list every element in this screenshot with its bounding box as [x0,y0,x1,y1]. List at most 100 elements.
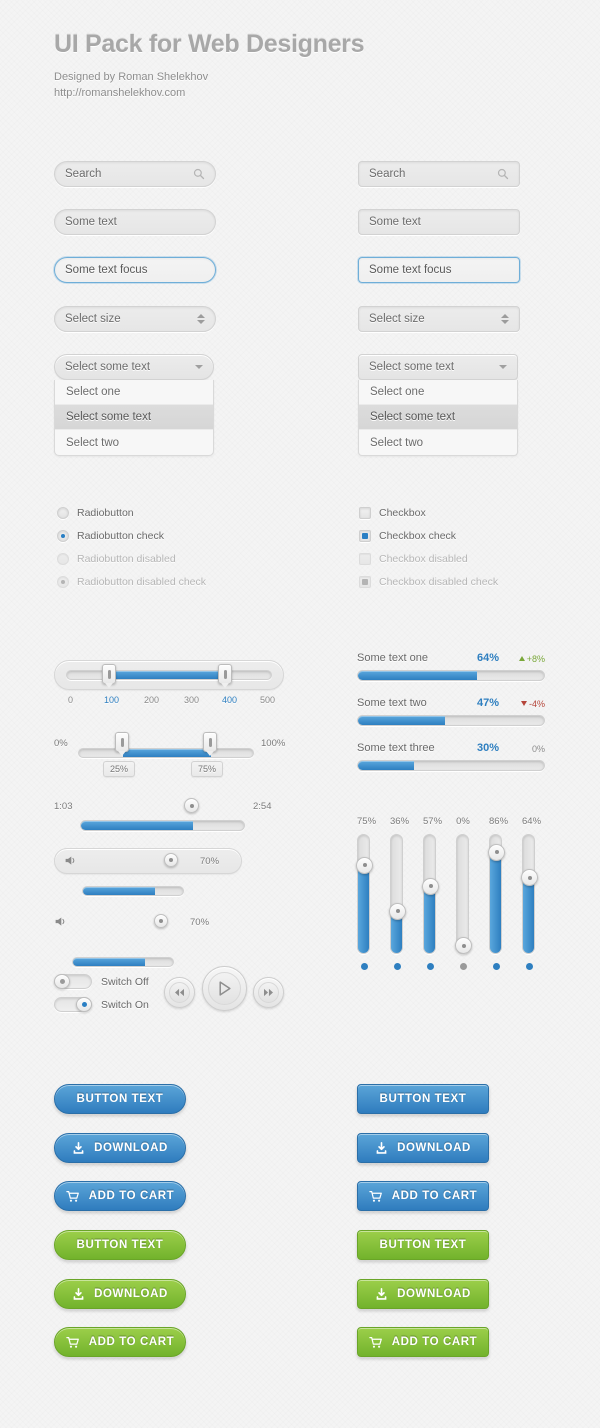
vertical-slider[interactable]: 86% [488,816,508,970]
percent-slider-min-label: 0% [54,738,68,749]
vertical-slider[interactable]: 75% [356,816,377,970]
vertical-slider-track[interactable] [389,834,406,954]
radio-option[interactable]: Radiobutton [57,507,134,519]
download-button-green-pill[interactable]: DOWNLOAD [54,1279,186,1309]
dropdown-item-selected[interactable]: Select some text [55,405,213,430]
percent-slider-handle-low[interactable] [115,732,129,756]
time-elapsed-label: 1:03 [54,801,73,812]
button-text-blue-pill[interactable]: BUTTON TEXT [54,1084,186,1114]
button-label: ADD TO CART [88,1336,175,1348]
volume-slider-handle[interactable] [164,853,178,867]
dropdown-item[interactable]: Select two [55,430,213,455]
add-to-cart-button-green-pill[interactable]: ADD TO CART [54,1327,186,1357]
vertical-slider[interactable]: 64% [521,816,541,970]
download-button-blue-rect[interactable]: DOWNLOAD [357,1133,489,1163]
checkbox-option-disabled-checked: Checkbox disabled check [359,576,498,588]
checkbox-option[interactable]: Checkbox [359,507,426,519]
search-input-pill[interactable]: Search [54,161,216,187]
switch-track[interactable] [54,974,92,989]
search-icon [193,168,205,180]
progress-label: Some text three [357,742,435,754]
volume-slider-label: 70% [190,917,210,928]
percent-slider-track[interactable] [78,748,254,758]
radio-disabled-checked-icon [57,576,69,588]
vertical-slider-handle[interactable] [356,856,373,874]
dropdown-rect[interactable]: Select some text Select one Select some … [358,354,518,456]
percent-slider-handle-high[interactable] [203,732,217,756]
switch-off[interactable]: Switch Off [54,974,149,989]
volume-slider-track[interactable] [82,886,184,896]
checkbox-label: Checkbox [379,507,426,519]
volume-slider-track[interactable] [72,957,174,967]
play-button[interactable] [202,966,247,1011]
radio-icon[interactable] [57,507,69,519]
vertical-slider-handle[interactable] [488,843,505,861]
radio-checked-icon[interactable] [57,530,69,542]
vertical-slider-handle[interactable] [389,902,406,920]
switch-knob[interactable] [54,974,70,989]
vertical-slider-label: 75% [357,816,377,827]
vertical-slider-track[interactable] [521,834,538,954]
range-slider-handle-high[interactable] [218,664,232,688]
dropdown-item-selected[interactable]: Select some text [359,405,517,430]
checkbox-icon[interactable] [359,507,371,519]
checkbox-checked-icon[interactable] [359,530,371,542]
up-down-chevron-icon[interactable] [501,314,509,324]
progress-delta: -4% [520,699,545,709]
download-button-green-rect[interactable]: DOWNLOAD [357,1279,489,1309]
dropdown-pill[interactable]: Select some text Select one Select some … [54,354,214,456]
switch-knob[interactable] [76,997,92,1012]
dropdown-item[interactable]: Select one [359,380,517,405]
dropdown-item[interactable]: Select one [55,380,213,405]
dropdown-header[interactable]: Select some text [358,354,518,380]
download-button-blue-pill[interactable]: DOWNLOAD [54,1133,186,1163]
vertical-slider-handle[interactable] [422,877,439,895]
vertical-slider[interactable]: 0% [455,816,472,970]
rewind-button[interactable] [164,977,195,1008]
download-icon [376,1287,387,1300]
time-slider-handle[interactable] [184,798,199,813]
vertical-slider-track[interactable] [488,834,505,954]
button-label: ADD TO CART [391,1336,478,1348]
dropdown-item[interactable]: Select two [359,430,517,455]
dropdown-header[interactable]: Select some text [54,354,214,380]
vertical-slider-label: 57% [423,816,443,827]
spinner-input-pill[interactable]: Select size [54,306,216,332]
button-text-green-pill[interactable]: BUTTON TEXT [54,1230,186,1260]
button-text-blue-rect[interactable]: BUTTON TEXT [357,1084,489,1114]
percent-slider-max-label: 100% [261,738,286,749]
text-input-value: Some text [65,216,117,228]
add-to-cart-button-green-rect[interactable]: ADD TO CART [357,1327,489,1357]
forward-button[interactable] [253,977,284,1008]
add-to-cart-button-blue-pill[interactable]: ADD TO CART [54,1181,186,1211]
search-input-rect[interactable]: Search [358,161,520,187]
range-slider-handle-low[interactable] [102,664,116,688]
time-slider-track[interactable] [80,820,245,831]
vertical-slider-handle[interactable] [521,869,538,887]
text-input-rect[interactable]: Some text [358,209,520,235]
radio-option-checked[interactable]: Radiobutton check [57,530,164,542]
vertical-slider-track[interactable] [356,834,373,954]
spinner-input-rect[interactable]: Select size [358,306,520,332]
button-label: BUTTON TEXT [379,1093,467,1105]
text-input-focus-pill[interactable]: Some text focus [54,257,216,283]
volume-slider-handle[interactable] [154,914,168,928]
switch-label: Switch Off [101,975,149,988]
vertical-slider-handle[interactable] [455,937,472,954]
checkbox-option-checked[interactable]: Checkbox check [359,530,456,542]
vertical-slider[interactable]: 36% [389,816,409,970]
text-input-pill[interactable]: Some text [54,209,216,235]
vertical-slider-track[interactable] [455,834,472,954]
button-label: ADD TO CART [391,1190,478,1202]
vertical-slider[interactable]: 57% [422,816,443,970]
switch-on[interactable]: Switch On [54,997,149,1012]
focus-input-value: Some text focus [369,264,452,276]
vertical-slider-track[interactable] [422,834,439,954]
up-down-chevron-icon[interactable] [197,314,205,324]
text-input-focus-rect[interactable]: Some text focus [358,257,520,283]
range-slider-track[interactable] [66,670,272,680]
button-text-green-rect[interactable]: BUTTON TEXT [357,1230,489,1260]
range-slider-fill [109,671,225,679]
switch-track[interactable] [54,997,92,1012]
add-to-cart-button-blue-rect[interactable]: ADD TO CART [357,1181,489,1211]
